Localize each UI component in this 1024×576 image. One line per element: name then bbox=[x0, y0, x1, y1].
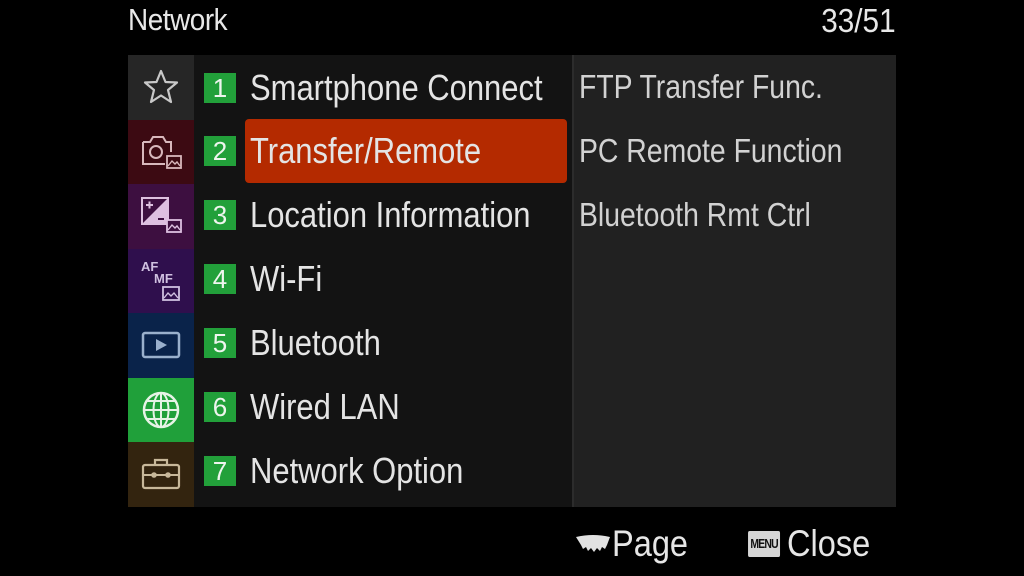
submenu-list: FTP Transfer Func. PC Remote Function Bl… bbox=[572, 55, 896, 507]
tab-exposure-color[interactable] bbox=[128, 184, 194, 249]
menu-button-icon: MENU bbox=[748, 531, 781, 557]
close-label: Close bbox=[787, 523, 871, 564]
tab-focus[interactable]: AF MF bbox=[128, 248, 194, 313]
menu-item-label: Smartphone Connect bbox=[250, 67, 543, 108]
menu-panel: AF MF 1 Smartphone Connect 2 Transfer/Re… bbox=[128, 55, 896, 507]
star-icon bbox=[143, 70, 179, 104]
menu-item-wired-lan[interactable]: 6 Wired LAN bbox=[194, 376, 572, 440]
item-number-badge: 1 bbox=[204, 73, 236, 103]
toolbox-icon bbox=[141, 459, 181, 490]
dial-icon bbox=[576, 535, 610, 552]
tab-shooting[interactable] bbox=[128, 119, 194, 184]
menu-item-wi-fi[interactable]: 4 Wi-Fi bbox=[194, 248, 572, 312]
page-label: Page bbox=[612, 523, 689, 564]
menu-item-location-information[interactable]: 3 Location Information bbox=[194, 184, 572, 248]
item-number-badge: 3 bbox=[204, 200, 236, 230]
svg-text:MF: MF bbox=[154, 271, 173, 286]
menu-item-bluetooth[interactable]: 5 Bluetooth bbox=[194, 312, 572, 376]
menu-item-transfer-remote[interactable]: 2 Transfer/Remote bbox=[194, 119, 572, 184]
menu-item-label: Bluetooth bbox=[250, 322, 381, 363]
page-indicator: 33/51 bbox=[821, 2, 896, 39]
globe-icon bbox=[142, 391, 180, 428]
page-title: Network bbox=[128, 2, 228, 37]
item-number-badge: 4 bbox=[204, 264, 236, 294]
menu-item-label: Network Option bbox=[250, 450, 464, 491]
exposure-image-icon bbox=[141, 197, 182, 234]
menu-item-label: Wi-Fi bbox=[250, 258, 323, 299]
close-hint[interactable]: MENU Close bbox=[744, 522, 882, 566]
menu-list: 1 Smartphone Connect 2 Transfer/Remote 3… bbox=[194, 55, 572, 507]
tab-network[interactable] bbox=[128, 377, 194, 442]
tab-playback[interactable] bbox=[128, 313, 194, 378]
tab-setup[interactable] bbox=[128, 442, 194, 507]
item-number-badge: 7 bbox=[204, 456, 236, 486]
menu-item-label: Location Information bbox=[250, 194, 531, 235]
category-sidebar: AF MF bbox=[128, 55, 194, 507]
menu-item-network-option[interactable]: 7 Network Option bbox=[194, 440, 572, 504]
submenu-item-ftp-transfer[interactable]: FTP Transfer Func. bbox=[579, 68, 823, 106]
item-number-badge: 2 bbox=[204, 136, 236, 166]
menu-item-label: Transfer/Remote bbox=[250, 130, 482, 171]
page-hint[interactable]: Page bbox=[574, 522, 698, 566]
menu-item-smartphone-connect[interactable]: 1 Smartphone Connect bbox=[194, 57, 572, 121]
af-mf-image-icon: AF MF bbox=[141, 259, 180, 301]
tab-my-menu[interactable] bbox=[128, 55, 194, 120]
playback-icon bbox=[141, 332, 181, 359]
camera-image-icon bbox=[142, 135, 182, 169]
submenu-item-pc-remote[interactable]: PC Remote Function bbox=[579, 132, 842, 170]
item-number-badge: 5 bbox=[204, 328, 236, 358]
item-number-badge: 6 bbox=[204, 392, 236, 422]
menu-item-label: Wired LAN bbox=[250, 386, 400, 427]
submenu-item-bluetooth-remote[interactable]: Bluetooth Rmt Ctrl bbox=[579, 196, 811, 234]
